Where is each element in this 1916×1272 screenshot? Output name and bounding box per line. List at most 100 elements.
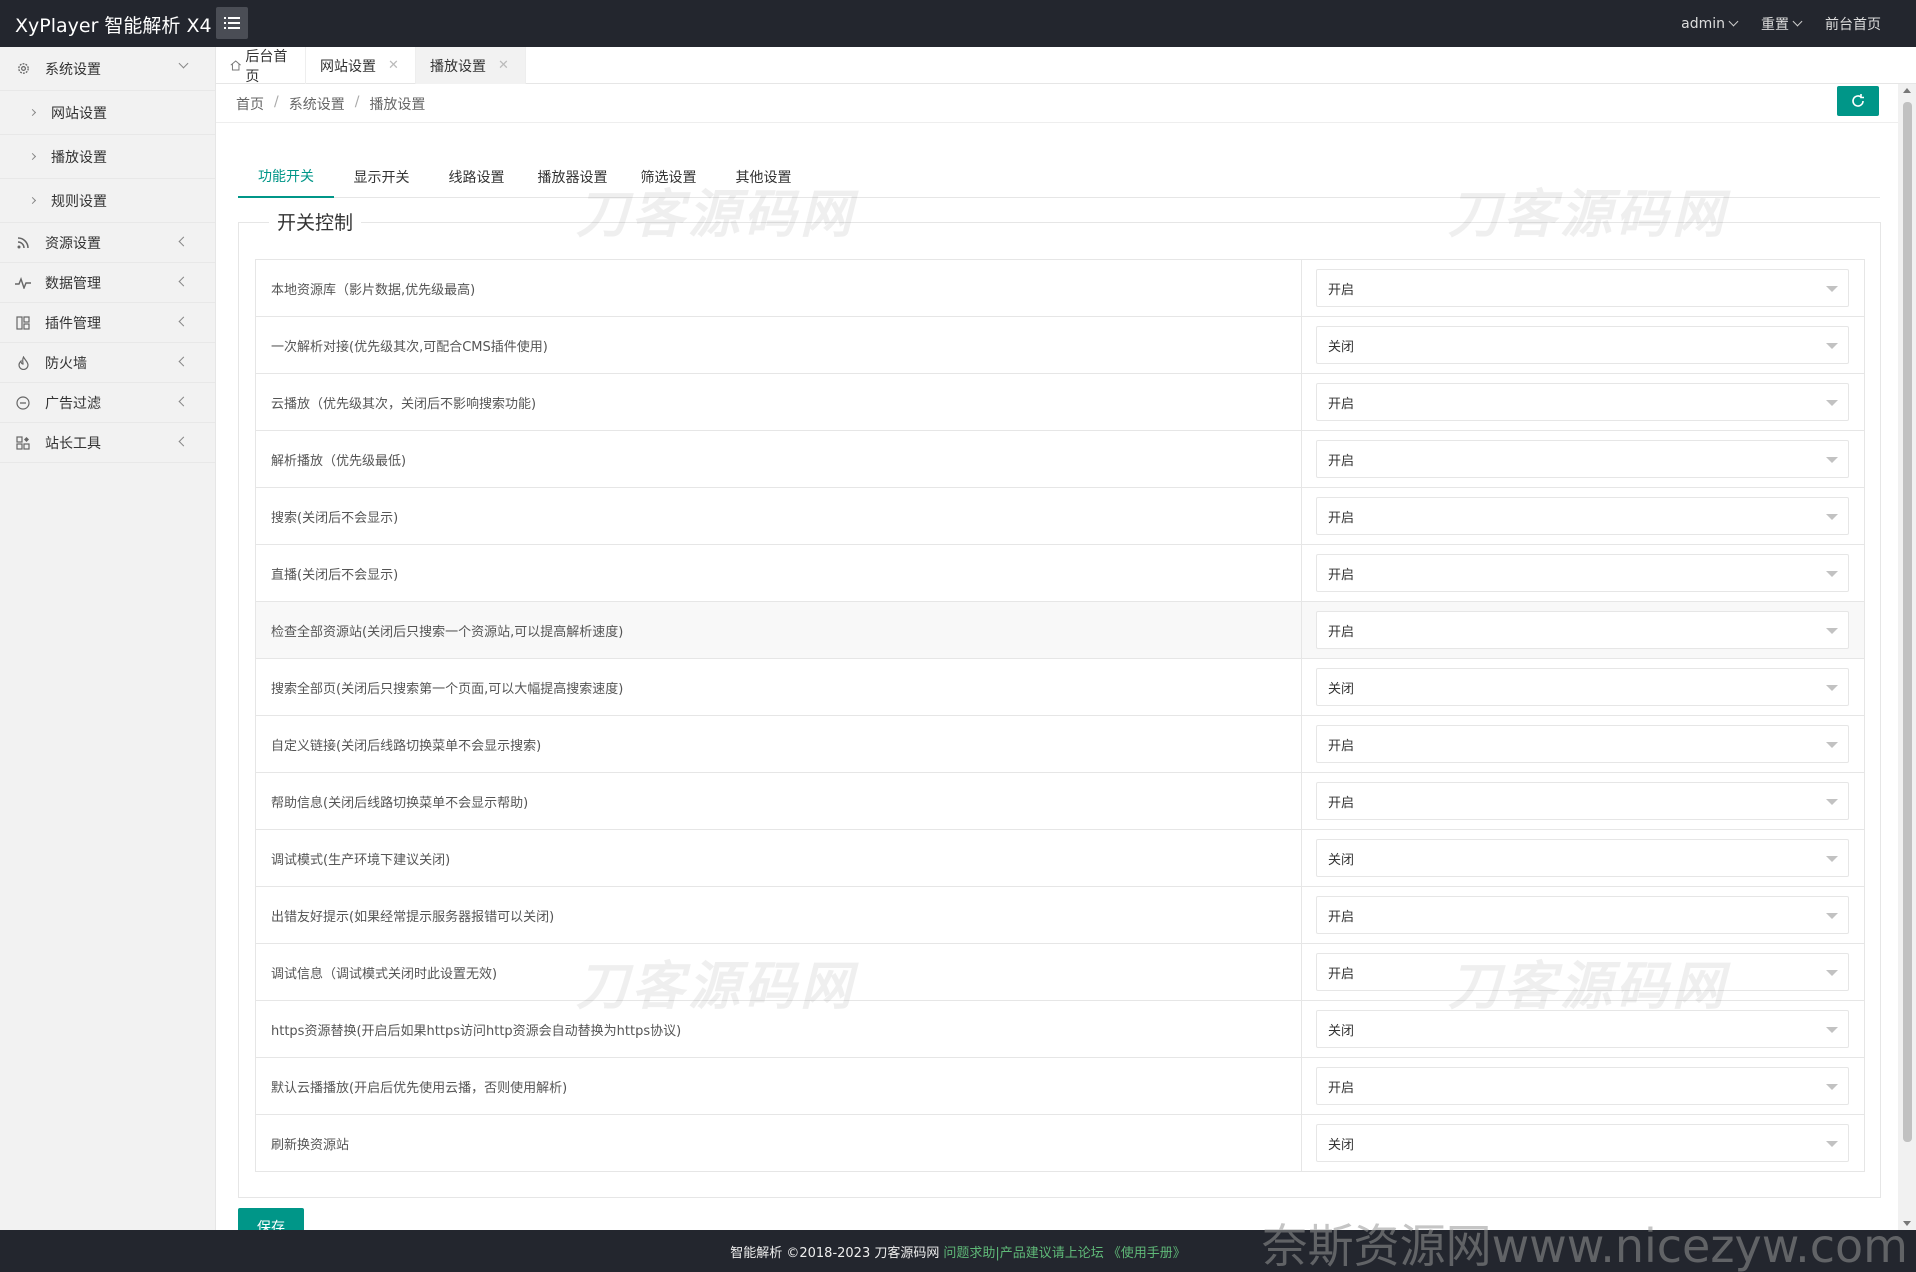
sidebar-group-webmaster-tools[interactable]: 站长工具 <box>0 423 215 463</box>
scroll-thumb[interactable] <box>1903 102 1912 1142</box>
setting-label: 调试模式(生产环境下建议关闭) <box>256 830 1302 886</box>
breadcrumb-play-settings: 播放设置 <box>369 97 426 113</box>
subtab-route-settings[interactable]: 线路设置 <box>429 156 524 198</box>
admin-menu[interactable]: admin <box>1681 16 1739 32</box>
setting-select[interactable]: 关闭 <box>1316 1010 1849 1048</box>
setting-select[interactable]: 开启 <box>1316 611 1849 649</box>
setting-row: 检查全部资源站(关闭后只搜索一个资源站,可以提高解析速度) 开启 <box>256 602 1865 659</box>
tab-admin-home[interactable]: 后台首页 <box>216 47 306 85</box>
scroll-down-arrow-icon[interactable] <box>1903 1221 1911 1226</box>
select-value: 开启 <box>1328 909 1355 925</box>
setting-label: 帮助信息(关闭后线路切换菜单不会显示帮助) <box>256 773 1302 829</box>
fieldset-legend: 开关控制 <box>269 208 362 235</box>
subtab-other-settings[interactable]: 其他设置 <box>716 156 811 198</box>
menu-toggle-button[interactable] <box>216 7 248 39</box>
setting-label: 本地资源库（影片数据,优先级最高) <box>256 260 1302 316</box>
setting-select[interactable]: 关闭 <box>1316 1124 1849 1162</box>
scroll-up-arrow-icon[interactable] <box>1903 88 1911 93</box>
sidebar-group-ad-filter[interactable]: 广告过滤 <box>0 383 215 423</box>
select-value: 开启 <box>1328 966 1355 982</box>
setting-label: 出错友好提示(如果经常提示服务器报错可以关闭) <box>256 887 1302 943</box>
caret-down-icon <box>1826 400 1838 406</box>
setting-select[interactable]: 关闭 <box>1316 326 1849 364</box>
frontend-home-link[interactable]: 前台首页 <box>1825 14 1881 34</box>
page-scrollbar[interactable] <box>1898 84 1916 1230</box>
setting-row: 帮助信息(关闭后线路切换菜单不会显示帮助) 开启 <box>256 773 1865 830</box>
save-button[interactable]: 保存 <box>238 1208 304 1230</box>
refresh-button[interactable] <box>1837 86 1879 116</box>
minus-circle-icon <box>15 395 31 411</box>
setting-select[interactable]: 开启 <box>1316 383 1849 421</box>
tab-website-settings[interactable]: 网站设置 ✕ <box>306 47 416 84</box>
sidebar-group-data-management[interactable]: 数据管理 <box>0 263 215 303</box>
setting-row: 刷新换资源站 关闭 <box>256 1115 1865 1172</box>
sidebar-group-resource-settings[interactable]: 资源设置 <box>0 223 215 263</box>
setting-row: 搜索全部页(关闭后只搜索第一个页面,可以大幅提高搜索速度) 关闭 <box>256 659 1865 716</box>
breadcrumb-system-settings[interactable]: 系统设置 <box>289 94 345 114</box>
caret-down-icon <box>1826 1084 1838 1090</box>
breadcrumb-home[interactable]: 首页 <box>236 94 264 114</box>
chevron-right-icon <box>28 108 37 117</box>
chevron-right-icon <box>28 152 37 161</box>
caret-down-icon <box>1826 628 1838 634</box>
setting-select[interactable]: 关闭 <box>1316 839 1849 877</box>
setting-select[interactable]: 开启 <box>1316 896 1849 934</box>
chevron-down-icon <box>1792 16 1803 27</box>
setting-select[interactable]: 开启 <box>1316 953 1849 991</box>
sidebar: 系统设置 网站设置 播放设置 规则设置 资源设置 数据管理 插件管理 防火墙 广… <box>0 47 216 1230</box>
reset-menu[interactable]: 重置 <box>1761 14 1803 34</box>
setting-row: 调试模式(生产环境下建议关闭) 关闭 <box>256 830 1865 887</box>
setting-select[interactable]: 开启 <box>1316 554 1849 592</box>
setting-select[interactable]: 开启 <box>1316 440 1849 478</box>
caret-down-icon <box>1826 457 1838 463</box>
setting-label: https资源替换(开启后如果https访问http资源会自动替换为https协… <box>256 1001 1302 1057</box>
subtab-player-settings[interactable]: 播放器设置 <box>524 156 621 198</box>
setting-select[interactable]: 开启 <box>1316 782 1849 820</box>
setting-select[interactable]: 开启 <box>1316 497 1849 535</box>
sidebar-item-play-settings[interactable]: 播放设置 <box>0 135 215 179</box>
chevron-left-icon <box>178 276 189 287</box>
caret-down-icon <box>1826 286 1838 292</box>
subtab-feature-switches[interactable]: 功能开关 <box>238 156 334 198</box>
setting-label: 搜索全部页(关闭后只搜索第一个页面,可以大幅提高搜索速度) <box>256 659 1302 715</box>
chevron-left-icon <box>178 396 189 407</box>
sidebar-group-plugin-management[interactable]: 插件管理 <box>0 303 215 343</box>
select-value: 关闭 <box>1328 1023 1355 1039</box>
chevron-down-icon <box>178 58 189 69</box>
sidebar-group-firewall[interactable]: 防火墙 <box>0 343 215 383</box>
caret-down-icon <box>1826 742 1838 748</box>
setting-select[interactable]: 开启 <box>1316 1067 1849 1105</box>
tab-play-settings[interactable]: 播放设置 ✕ <box>416 47 526 84</box>
sidebar-item-website-settings[interactable]: 网站设置 <box>0 91 215 135</box>
setting-label: 调试信息（调试模式关闭时此设置无效) <box>256 944 1302 1000</box>
close-icon[interactable]: ✕ <box>498 58 509 73</box>
setting-select[interactable]: 关闭 <box>1316 668 1849 706</box>
close-icon[interactable]: ✕ <box>388 58 399 73</box>
setting-label: 刷新换资源站 <box>256 1115 1302 1171</box>
chevron-left-icon <box>178 236 189 247</box>
app-logo[interactable]: XyPlayer 智能解析 X4 <box>15 11 212 38</box>
select-value: 开启 <box>1328 282 1355 298</box>
select-value: 关闭 <box>1328 339 1355 355</box>
chevron-left-icon <box>178 436 189 447</box>
setting-select[interactable]: 开启 <box>1316 269 1849 307</box>
settings-table: 本地资源库（影片数据,优先级最高) 开启 一次解析对接(优先级其次,可配合CMS插件… <box>255 259 1865 1172</box>
sidebar-group-system-settings[interactable]: 系统设置 <box>0 47 215 91</box>
subtab-filter-settings[interactable]: 筛选设置 <box>621 156 716 198</box>
select-value: 开启 <box>1328 738 1355 754</box>
setting-select[interactable]: 开启 <box>1316 725 1849 763</box>
subtab-display-switches[interactable]: 显示开关 <box>334 156 429 198</box>
caret-down-icon <box>1826 799 1838 805</box>
setting-row: 直播(关闭后不会显示) 开启 <box>256 545 1865 602</box>
setting-row: 出错友好提示(如果经常提示服务器报错可以关闭) 开启 <box>256 887 1865 944</box>
setting-label: 云播放（优先级其次，关闭后不影响搜索功能) <box>256 374 1302 430</box>
select-value: 开启 <box>1328 1080 1355 1096</box>
setting-row: 自定义链接(关闭后线路切换菜单不会显示搜索) 开启 <box>256 716 1865 773</box>
footer-manual-link[interactable]: 《使用手册》 <box>1108 1242 1186 1261</box>
breadcrumb: 首页 / 系统设置 / 播放设置 <box>236 94 426 114</box>
rss-icon <box>15 235 31 251</box>
sidebar-item-rule-settings[interactable]: 规则设置 <box>0 179 215 223</box>
gear-icon <box>15 61 31 77</box>
caret-down-icon <box>1826 970 1838 976</box>
footer-forum-link[interactable]: 问题求助|产品建议请上论坛 <box>943 1242 1103 1261</box>
